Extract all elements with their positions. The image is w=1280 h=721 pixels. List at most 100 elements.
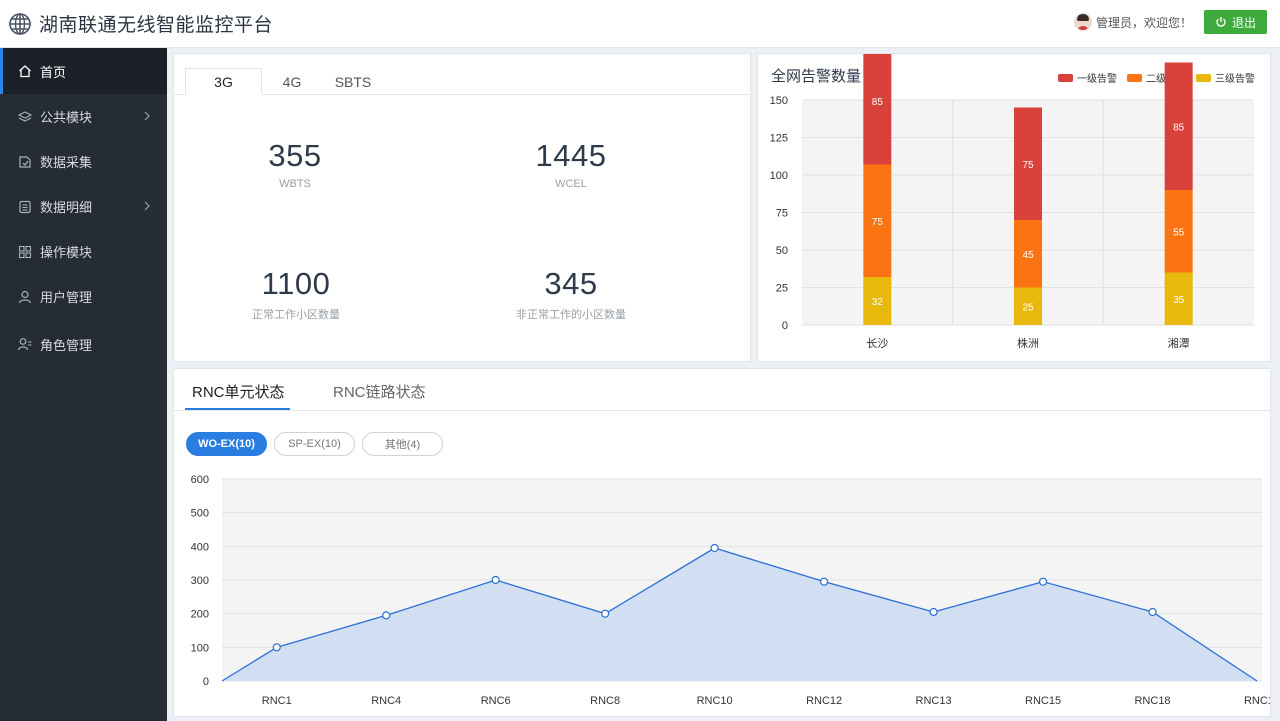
y-tick-label: 0 [782,320,788,332]
sidebar-item-label: 数据明细 [40,200,93,215]
tab-sbts[interactable]: SBTS [324,68,382,95]
data-point [929,607,938,617]
y-tick-label: 600 [191,474,209,486]
y-tick-label: 100 [191,642,209,654]
y-tick-label: 50 [776,245,788,257]
bar-data-label: 55 [1173,227,1185,238]
stat-card-wbts: 355 WBTS [165,138,425,190]
sidebar-item-operation[interactable]: 操作模块 [0,229,167,274]
data-point [1148,607,1157,617]
globe-icon [9,12,31,35]
stat-label: WBTS [279,178,311,190]
stat-value: 1100 [261,266,331,301]
bar-data-label: 35 [1173,295,1185,306]
bar-segment [863,54,892,165]
data-point [272,643,281,652]
sidebar-item-label: 操作模块 [40,245,93,260]
app-title: 湖南联通无线智能监控平台 [39,15,274,36]
x-tick-label: RNC15 [1025,695,1061,707]
bar-data-label: 45 [1022,250,1034,261]
logo [8,12,32,36]
sidebar-item-label: 角色管理 [40,337,93,353]
alarm-panel: 全网告警数量 一级告警 二级告警 三级告警 025507510012515032… [757,53,1271,362]
data-point [710,543,719,553]
x-tick-label: RNC8 [590,695,620,707]
home-icon [18,64,32,78]
stat-card-normal-cells: 1100 正常工作小区数量 [166,266,426,322]
welcome-text: 管理员，欢迎您！ [1095,15,1192,30]
x-tick-label: RNC18 [1134,695,1170,707]
tab-4g[interactable]: 4G [264,68,320,95]
sidebar: 首页 公共模块 数据采集 数据明细 操作模块 用户管理 角色管理 [0,48,167,721]
x-tick-label: RNC18 [1244,695,1270,707]
data-point [601,609,610,618]
sidebar-item-label: 公共模块 [40,110,93,125]
x-tick-label: RNC12 [806,695,842,707]
stat-label: WCEL [555,178,587,190]
sidebar-item-label: 用户管理 [40,290,93,305]
rnc-area-chart: 0 100 200 300 400 500 600 RNC1 RNC4 RNC6 RNC8 RNC10… [191,474,1270,707]
x-tick-label: 长沙 [866,337,888,350]
sidebar-item-collect[interactable]: 数据采集 [0,139,167,184]
sidebar-item-detail[interactable]: 数据明细 [0,184,167,229]
stat-label: 正常工作小区数量 [252,309,340,321]
y-tick-label: 125 [770,133,788,145]
y-tick-label: 400 [191,541,209,553]
alarm-bar-chart: 0 25 50 75 100 125 150 32 75 85 长沙 25 45 75 株洲 35 55 85 湘潭 [770,54,1254,350]
y-tick-label: 100 [770,170,788,182]
sidebar-item-users[interactable]: 用户管理 [0,274,167,319]
data-point [820,577,829,586]
chevron-right-icon [144,201,150,211]
data-point [491,575,500,585]
network-tabs: 3G 4G SBTS [174,54,750,95]
tab-3g[interactable]: 3G [185,68,262,95]
y-tick-label: 200 [191,609,209,621]
stat-value: 345 [544,266,598,301]
y-tick-label: 300 [191,575,209,587]
avatar[interactable] [1073,13,1092,31]
user-icon [18,290,32,304]
grid-icon [18,245,32,259]
bar-data-label: 85 [1173,122,1185,133]
sidebar-item-label: 首页 [40,64,67,80]
bar-data-label: 75 [872,217,884,228]
x-tick-label: RNC10 [697,695,733,707]
data-point [1038,577,1048,586]
data-point [382,611,391,620]
collect-icon [18,155,32,169]
x-tick-label: RNC1 [262,695,292,707]
x-tick-label: 湘潭 [1168,336,1190,350]
y-tick-label: 75 [776,208,788,220]
stat-value: 1445 [535,138,607,173]
power-icon [1216,17,1226,27]
stat-card-wcel: 1445 WCEL [441,138,701,190]
sidebar-item-label: 数据采集 [40,155,93,170]
y-tick-label: 0 [203,676,209,688]
bar-data-label: 32 [872,297,884,308]
x-tick-label: RNC13 [916,695,952,707]
stat-label: 非正常工作的小区数量 [516,309,626,321]
y-tick-label: 25 [776,283,788,295]
layers-icon [18,110,32,124]
y-tick-label: 500 [191,508,209,520]
bar-data-label: 85 [872,97,884,108]
chevron-right-icon [144,111,150,121]
x-tick-label: RNC4 [371,695,401,707]
stat-value: 355 [268,138,322,173]
logout-label: 退出 [1231,15,1256,30]
stats-panel: 3G 4G SBTS 355 WBTS 1445 WCEL 1100 正常工作小… [173,53,751,362]
sidebar-item-common[interactable]: 公共模块 [0,94,167,139]
x-tick-label: RNC6 [481,695,511,707]
top-header: 湖南联通无线智能监控平台 管理员，欢迎您！ 退出 [0,0,1280,48]
bar-data-label: 75 [1022,160,1034,171]
x-tick-label: 株洲 [1017,336,1039,350]
list-icon [18,200,32,214]
rnc-panel: RNC单元状态 RNC链路状态 WO-EX(10) SP-EX(10) 其他(4… [173,368,1271,717]
bar-data-label: 25 [1022,302,1034,313]
y-tick-label: 150 [770,95,788,107]
sidebar-item-roles[interactable]: 角色管理 [0,319,167,369]
role-icon [18,337,32,351]
sidebar-item-home[interactable]: 首页 [0,48,167,94]
logout-button[interactable]: 退出 [1204,10,1267,34]
stat-card-abnormal-cells: 345 非正常工作的小区数量 [441,266,701,322]
